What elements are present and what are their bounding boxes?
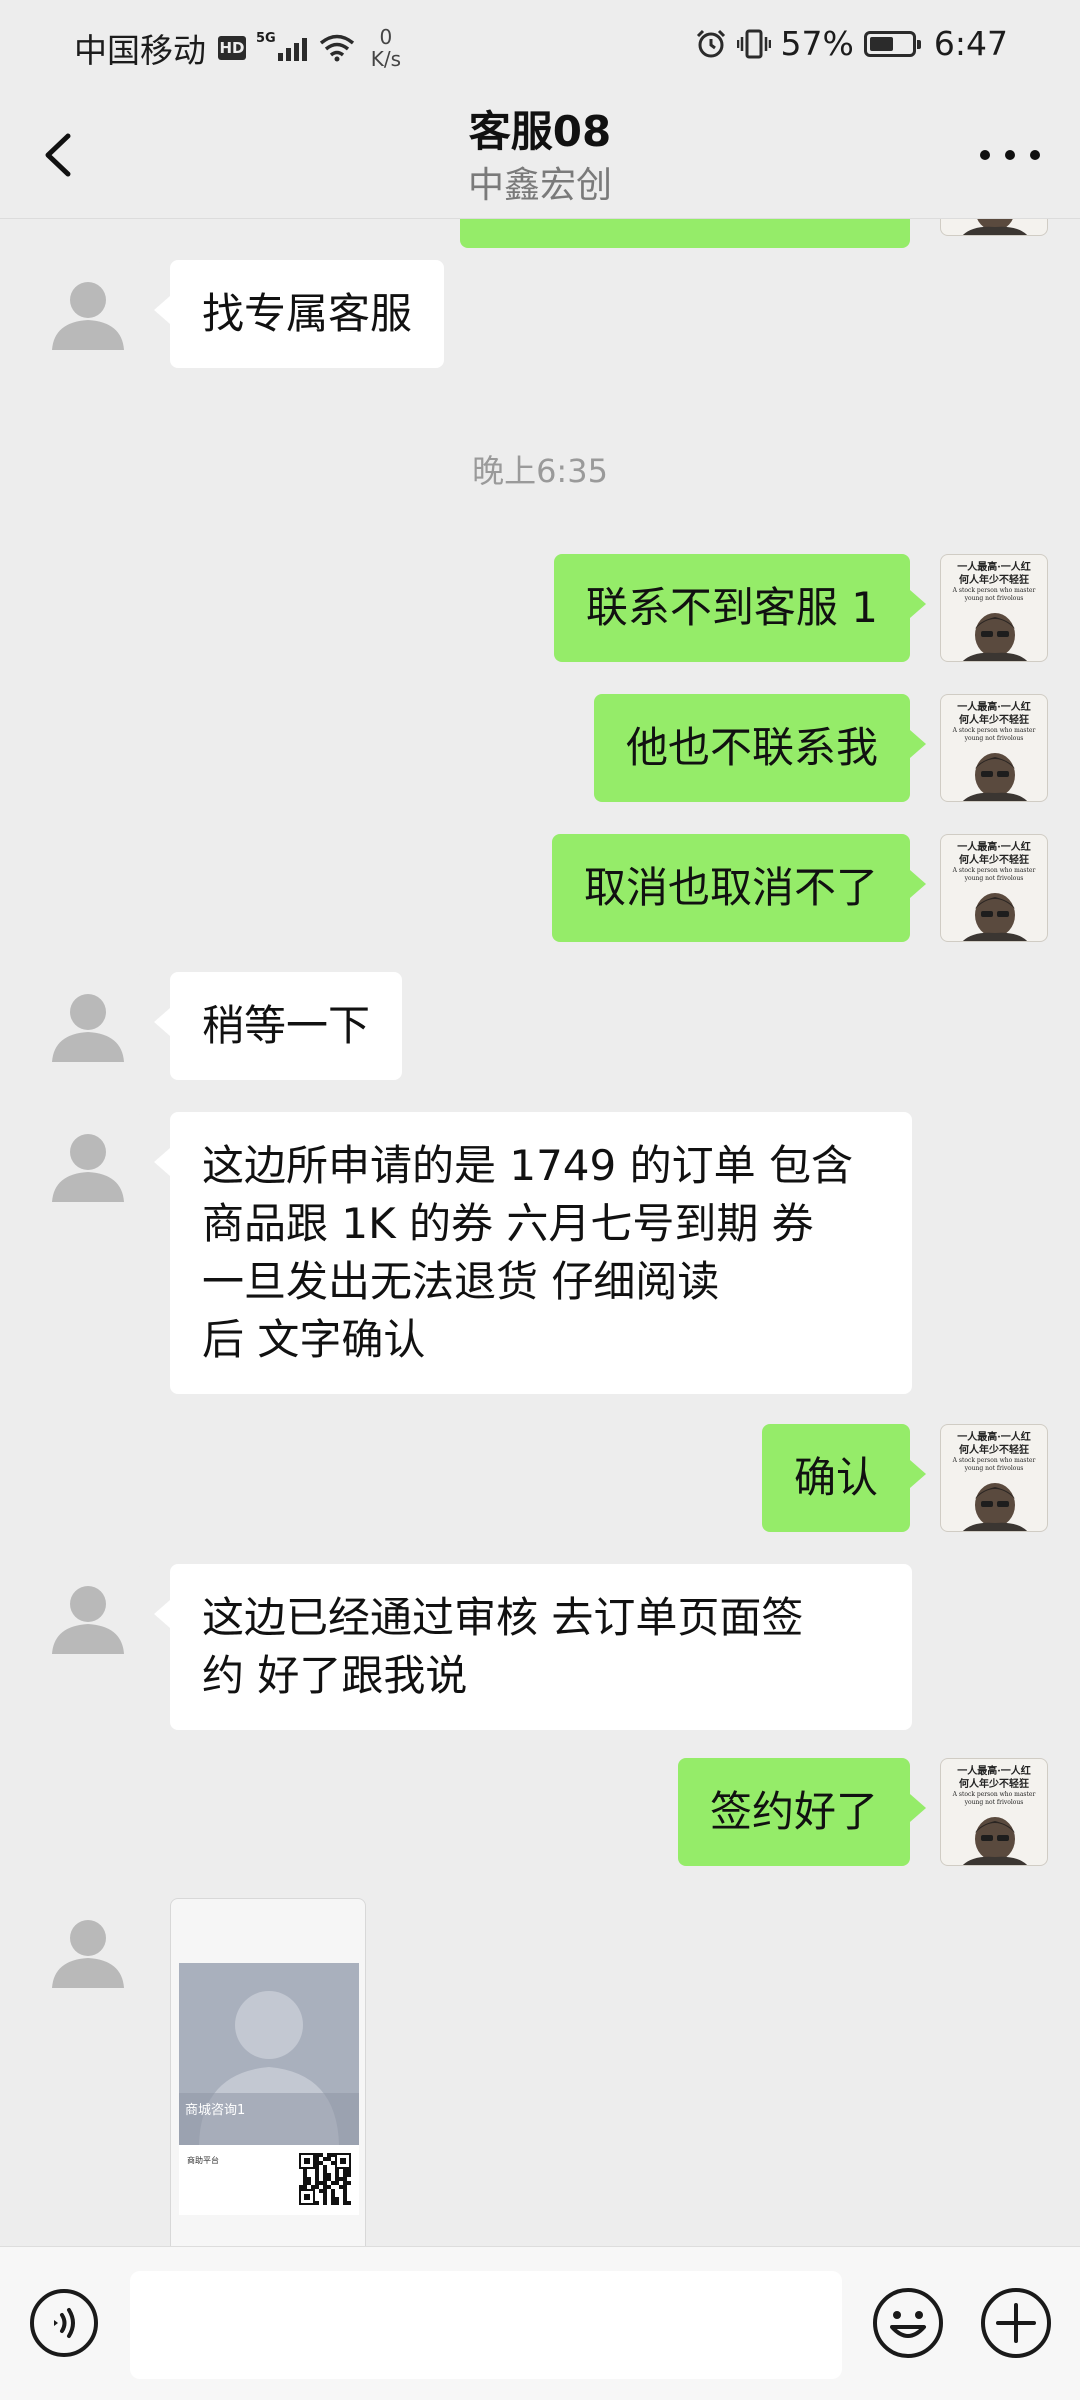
contact-avatar[interactable]: [34, 1564, 142, 1672]
speed-value: 0: [379, 25, 393, 49]
message-list[interactable]: 一人最高·一人红何人年少不轻狂A stock person who master…: [0, 218, 1080, 2246]
avatar-portrait: [962, 613, 1028, 661]
my-avatar[interactable]: 一人最高·一人红何人年少不轻狂A stock person who master…: [940, 1424, 1048, 1532]
chat-title: 客服08: [468, 107, 612, 156]
more-icon[interactable]: [980, 140, 1040, 170]
message-line: 约 好了跟我说: [202, 1651, 468, 1700]
hd-badge: HD: [218, 36, 246, 60]
message-line: 这边所申请的是 1749 的订单 包含: [202, 1141, 853, 1190]
status-bar-right: 57% 6:47: [695, 24, 1008, 63]
message-bubble-outgoing[interactable]: 他也不联系我: [593, 694, 927, 802]
message-bubble-outgoing[interactable]: 联系不到客服 1: [553, 554, 927, 662]
contact-avatar[interactable]: [34, 1898, 142, 2006]
battery-percent: 57%: [780, 24, 854, 63]
message-bubble-incoming[interactable]: 这边已经通过审核 去订单页面签 约 好了跟我说: [154, 1564, 912, 1730]
plus-icon[interactable]: [978, 2285, 1054, 2361]
avatar-portrait: [962, 1817, 1028, 1865]
voice-icon[interactable]: [28, 2287, 100, 2359]
default-avatar-icon: [52, 282, 124, 350]
default-avatar-icon: [52, 994, 124, 1062]
input-bar: [0, 2246, 1080, 2400]
message-line: 后 文字确认: [202, 1315, 426, 1364]
network-speed: 0 K/s: [371, 26, 401, 70]
alarm-icon: [696, 29, 725, 57]
my-avatar[interactable]: 一人最高·一人红何人年少不轻狂A stock person who master…: [940, 1758, 1048, 1866]
battery-icon: [863, 30, 921, 57]
avatar-portrait: [962, 893, 1028, 941]
card-name: 商城咨询1: [185, 2103, 246, 2118]
chat-header: 客服08 中鑫宏创: [0, 92, 1080, 219]
avatar-portrait: [962, 1483, 1028, 1531]
qr-code-icon: [299, 2153, 351, 2205]
message-bubble-outgoing[interactable]: 取消也取消不了: [551, 834, 927, 942]
card-subtitle: 商助平台: [187, 2156, 219, 2165]
contact-avatar[interactable]: [34, 1112, 142, 1220]
chat-subtitle: 中鑫宏创: [467, 165, 612, 206]
message-line: 这边已经通过审核 去订单页面签: [202, 1593, 804, 1642]
my-avatar[interactable]: 一人最高·一人红何人年少不轻狂A stock person who master…: [940, 554, 1048, 662]
message-bubble-incoming[interactable]: 找专属客服: [153, 260, 445, 368]
message-input[interactable]: [130, 2271, 842, 2379]
message-timestamp: 晚上6:35: [472, 452, 608, 490]
message-bubble-incoming[interactable]: 稍等一下: [153, 972, 403, 1080]
avatar-portrait: [962, 753, 1028, 801]
avatar-portrait: [962, 218, 1028, 235]
wifi-icon: [319, 34, 354, 62]
message-bubble-outgoing[interactable]: 确认: [761, 1424, 927, 1532]
default-avatar-icon: [52, 1586, 124, 1654]
my-avatar[interactable]: 一人最高·一人红何人年少不轻狂A stock person who master…: [940, 218, 1048, 236]
message-line: 商品跟 1K 的券 六月七号到期 券: [202, 1199, 814, 1248]
contact-avatar[interactable]: [34, 260, 142, 368]
my-avatar[interactable]: 一人最高·一人红何人年少不轻狂A stock person who master…: [940, 694, 1048, 802]
status-bar: 中国移动 HD 5G 0 K/s 57% 6:47: [0, 0, 1080, 92]
contact-avatar[interactable]: [34, 972, 142, 1080]
message-bubble-outgoing[interactable]: 签约好了: [677, 1758, 927, 1866]
default-avatar-icon: [52, 1920, 124, 1988]
vibrate-icon: [736, 29, 771, 58]
card-footer: 商助平台: [179, 2145, 359, 2215]
speed-unit: K/s: [370, 47, 401, 71]
default-avatar-icon: [52, 1134, 124, 1202]
message-line: 一旦发出无法退货 仔细阅读: [202, 1257, 720, 1306]
signal-icon: [277, 35, 307, 61]
carrier-name: 中国移动: [74, 31, 206, 70]
emoji-icon[interactable]: [870, 2285, 946, 2361]
my-avatar[interactable]: 一人最高·一人红何人年少不轻狂A stock person who master…: [940, 834, 1048, 942]
network-type: 5G: [256, 30, 276, 46]
message-bubble-incoming[interactable]: 这边所申请的是 1749 的订单 包含 商品跟 1K 的券 六月七号到期 券 一…: [154, 1112, 912, 1394]
status-bar-left: 中国移动 HD 5G 0 K/s: [74, 24, 401, 72]
message-bubble-outgoing-partial[interactable]: [460, 218, 910, 248]
contact-card-message[interactable]: 商城咨询1 商助平台: [170, 1898, 366, 2246]
clock: 6:47: [933, 24, 1008, 63]
